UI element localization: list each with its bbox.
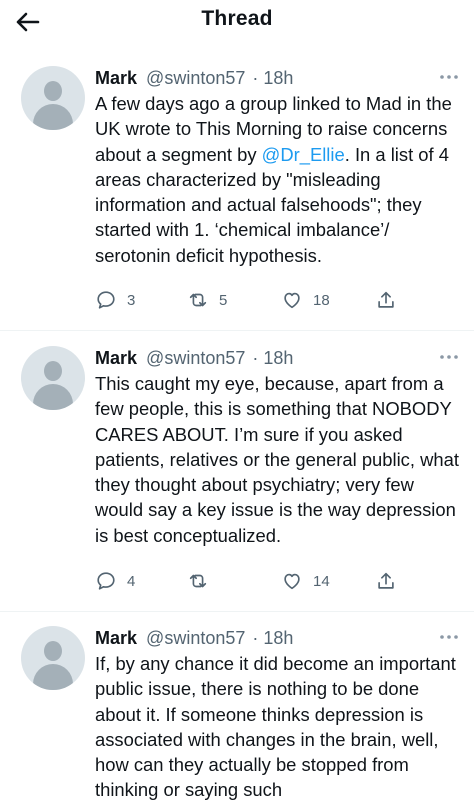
like-button[interactable]: 18 <box>281 288 330 312</box>
tweet[interactable]: Mark @swinton57 · 18h If, by any chance … <box>0 626 474 806</box>
author-handle[interactable]: @swinton57 <box>146 628 245 648</box>
mention-link[interactable]: @Dr_Ellie <box>262 144 345 165</box>
more-button[interactable] <box>438 66 460 88</box>
heart-icon <box>284 573 300 590</box>
share-button[interactable] <box>375 569 397 593</box>
avatar[interactable] <box>21 346 85 410</box>
tweet-time[interactable]: · 18h <box>252 628 293 648</box>
reply-button[interactable]: 3 <box>95 288 135 312</box>
share-icon <box>378 572 394 589</box>
tweet[interactable]: Mark @swinton57 · 18h This caught my eye… <box>0 346 474 606</box>
retweet-icon <box>189 293 207 307</box>
tweet-time[interactable]: · 18h <box>252 348 293 368</box>
tweet[interactable]: Mark @swinton57 · 18h A few days ago a g… <box>0 66 474 336</box>
author-name[interactable]: Mark <box>95 348 137 368</box>
retweet-icon <box>189 574 207 588</box>
top-bar: Thread <box>0 0 474 44</box>
tweet-actions: 3 5 18 <box>95 288 425 312</box>
more-button[interactable] <box>438 626 460 648</box>
share-button[interactable] <box>375 288 397 312</box>
avatar[interactable] <box>21 66 85 130</box>
retweet-count: 5 <box>219 291 228 309</box>
tweet-time[interactable]: · 18h <box>252 68 293 88</box>
divider <box>0 330 474 331</box>
reply-bubble-icon <box>97 572 115 590</box>
tweet-text: This caught my eye, because, apart from … <box>95 373 459 546</box>
more-button[interactable] <box>438 346 460 368</box>
more-dots-icon <box>440 75 458 79</box>
tweet-header: Mark @swinton57 · 18h <box>95 626 464 650</box>
heart-icon <box>284 292 300 309</box>
reply-count: 4 <box>127 572 136 590</box>
more-dots-icon <box>440 635 458 639</box>
tweet-actions: 4 14 <box>95 569 425 593</box>
author-name[interactable]: Mark <box>95 68 137 88</box>
author-name[interactable]: Mark <box>95 628 137 648</box>
more-dots-icon <box>440 355 458 359</box>
avatar[interactable] <box>21 626 85 690</box>
like-count: 14 <box>313 572 330 590</box>
like-count: 18 <box>313 291 330 309</box>
tweet-text: If, by any chance it did become an impor… <box>95 653 456 801</box>
reply-bubble-icon <box>97 291 115 309</box>
reply-count: 3 <box>127 291 136 309</box>
tweet-header: Mark @swinton57 · 18h <box>95 66 464 90</box>
author-handle[interactable]: @swinton57 <box>146 348 245 368</box>
share-icon <box>378 291 394 308</box>
divider <box>0 611 474 612</box>
retweet-button[interactable]: 5 <box>187 288 227 312</box>
like-button[interactable]: 14 <box>281 569 330 593</box>
page-title: Thread <box>201 7 273 30</box>
author-handle[interactable]: @swinton57 <box>146 68 245 88</box>
tweet-header: Mark @swinton57 · 18h <box>95 346 464 370</box>
tweet-text: A few days ago a group linked to Mad in … <box>95 91 467 268</box>
retweet-button[interactable] <box>187 569 219 593</box>
reply-button[interactable]: 4 <box>95 569 135 593</box>
